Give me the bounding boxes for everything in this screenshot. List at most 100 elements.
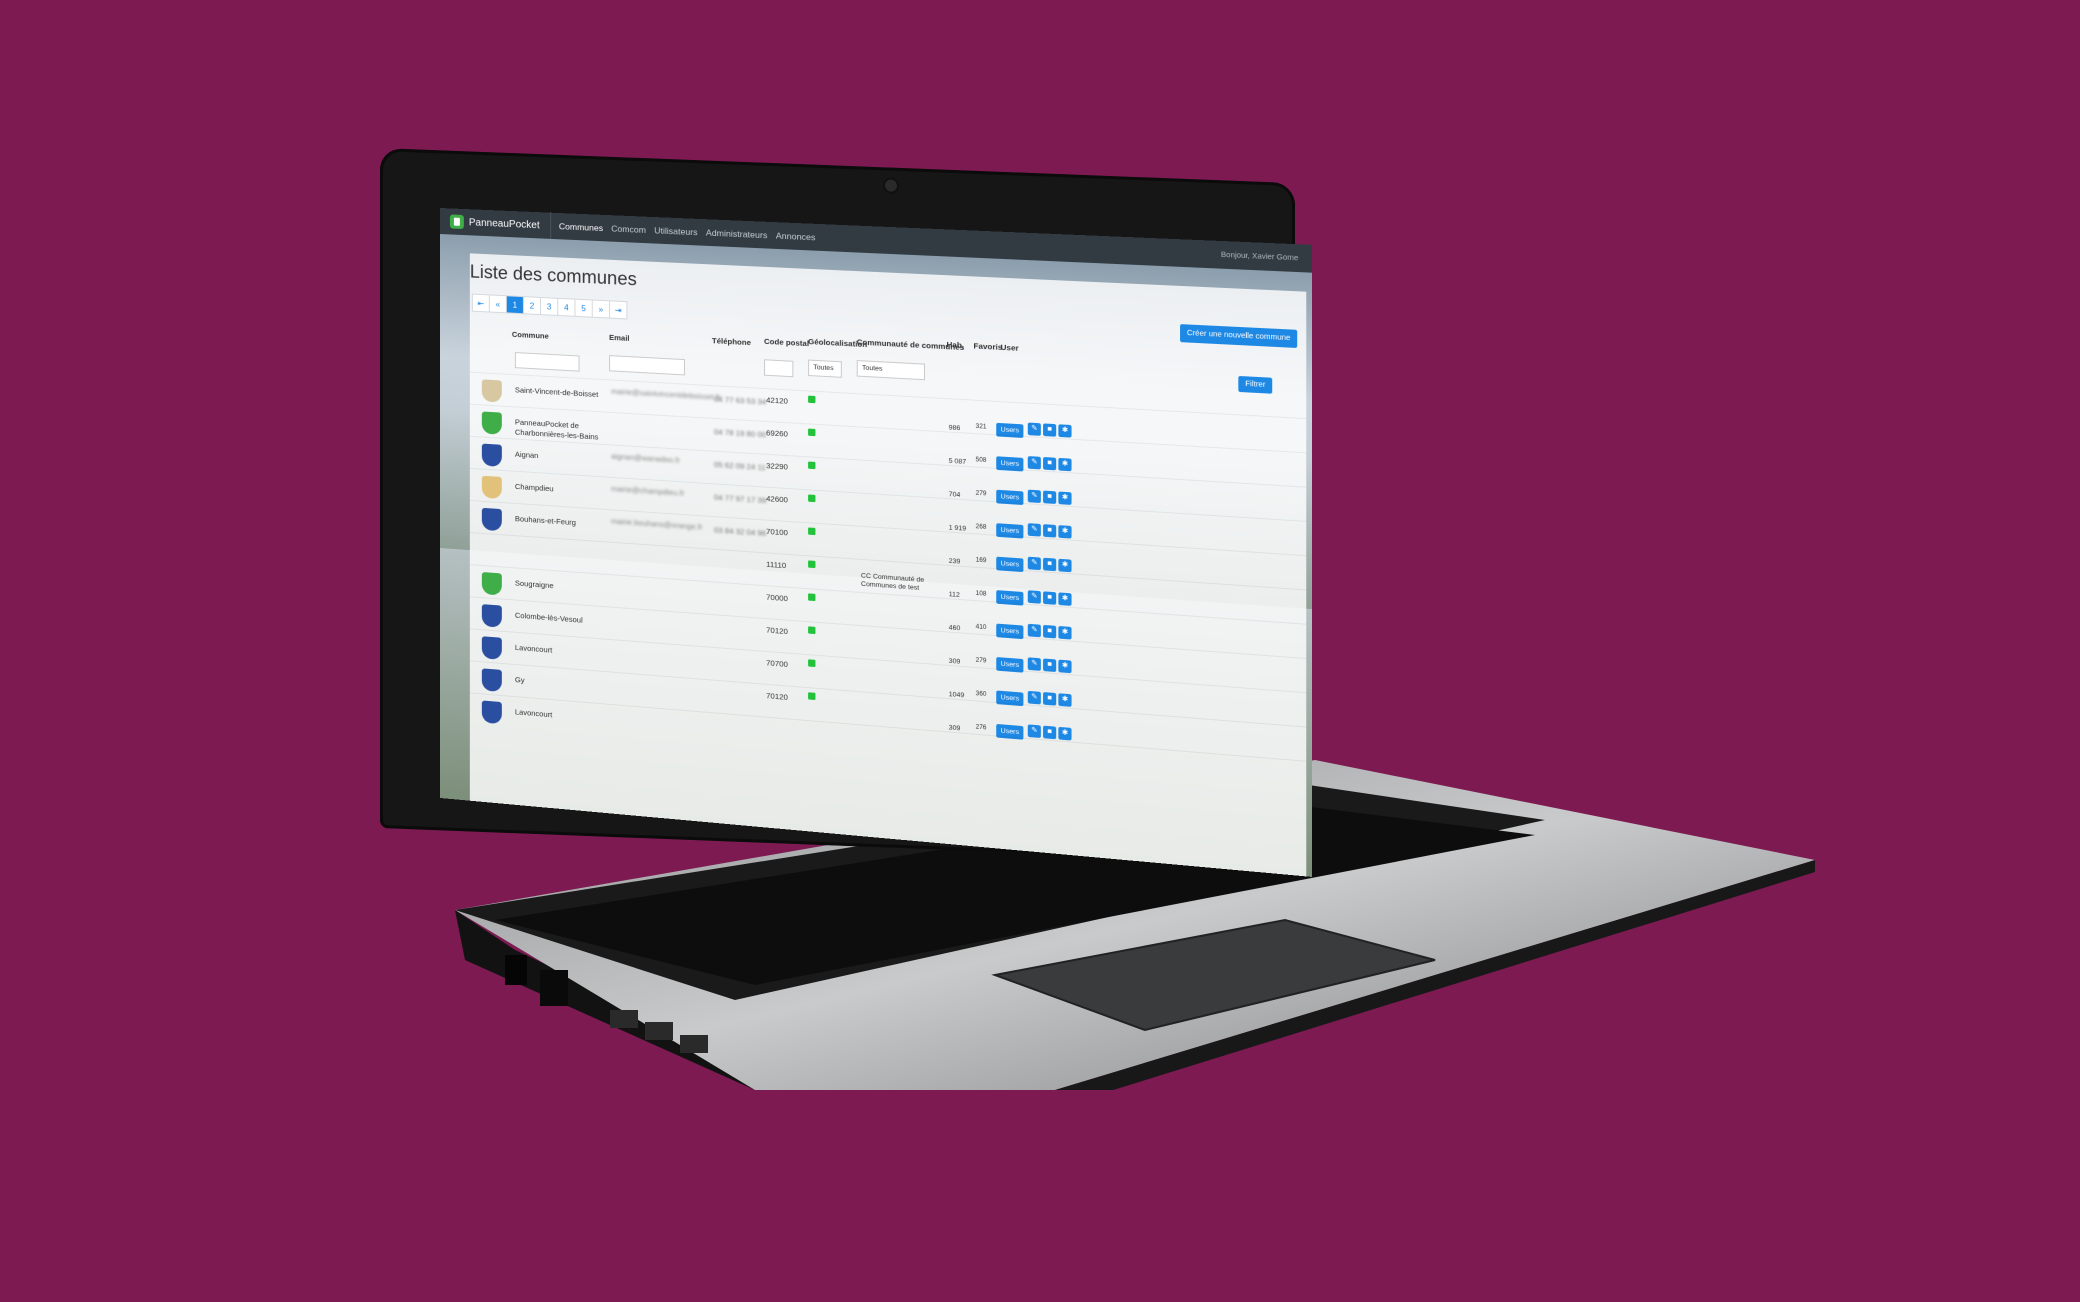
settings-icon[interactable]: ✱: [1058, 693, 1072, 707]
commune-name[interactable]: Bouhans-et-Feurg: [515, 514, 627, 532]
geo-check-icon: [808, 659, 816, 668]
nav-administrateurs[interactable]: Administrateurs: [706, 227, 768, 240]
delete-icon[interactable]: ■: [1043, 423, 1057, 437]
col-email[interactable]: Email: [609, 333, 629, 343]
delete-icon[interactable]: ■: [1043, 725, 1057, 740]
geo-check-icon: [808, 692, 816, 701]
commune-name[interactable]: Saint-Vincent-de-Boisset: [515, 385, 627, 401]
row-actions: ✎ ■ ✱: [1027, 422, 1074, 438]
page-first-button[interactable]: ⇤: [471, 293, 490, 313]
commune-logo-icon: [481, 475, 502, 500]
communes-panel: Liste des communes ⇤ « 1 2 3 4 5 » ⇥ Cré…: [469, 253, 1307, 877]
commune-favoris: 360: [975, 690, 987, 699]
app-screen: PanneauPocket Communes Comcom Utilisateu…: [440, 208, 1312, 877]
commune-logo-icon: [481, 572, 502, 596]
edit-icon[interactable]: ✎: [1027, 690, 1041, 705]
delete-icon[interactable]: ■: [1043, 692, 1057, 706]
commune-favoris: 169: [975, 557, 987, 565]
page-last-button[interactable]: ⇥: [609, 300, 628, 320]
commune-cp: 70700: [766, 658, 788, 670]
delete-icon[interactable]: ■: [1043, 456, 1057, 471]
commune-cp: 32290: [766, 460, 788, 472]
settings-icon[interactable]: ✱: [1058, 491, 1072, 505]
geo-check-icon: [808, 527, 816, 536]
commune-favoris: 268: [975, 523, 987, 531]
commune-logo-icon: [481, 668, 502, 693]
col-commune[interactable]: Commune: [512, 330, 549, 341]
commune-name[interactable]: Lavoncourt: [515, 643, 627, 662]
edit-icon[interactable]: ✎: [1027, 724, 1041, 739]
settings-icon[interactable]: ✱: [1058, 625, 1072, 640]
page-prev-button[interactable]: «: [488, 294, 507, 314]
filter-button[interactable]: Filtrer: [1238, 375, 1273, 394]
edit-icon[interactable]: ✎: [1027, 556, 1041, 571]
edit-icon[interactable]: ✎: [1027, 590, 1041, 604]
commune-name[interactable]: Champdieu: [515, 482, 627, 499]
settings-icon[interactable]: ✱: [1058, 424, 1072, 438]
commune-name[interactable]: Gy: [515, 675, 627, 694]
col-hab[interactable]: Hab.: [947, 340, 965, 350]
cp-filter-input[interactable]: [764, 359, 794, 378]
comcom-filter-select[interactable]: Toutes: [856, 360, 926, 381]
commune-cp: 42600: [766, 493, 788, 505]
delete-icon[interactable]: ■: [1043, 490, 1057, 504]
commune-filter-input[interactable]: [514, 352, 580, 372]
edit-icon[interactable]: ✎: [1027, 657, 1041, 671]
commune-name[interactable]: Colombe-lès-Vesoul: [515, 611, 627, 629]
geo-check-icon: [808, 626, 816, 635]
commune-favoris: 279: [975, 657, 987, 665]
geo-filter-select[interactable]: Toutes: [808, 359, 842, 378]
page-2-button[interactable]: 2: [522, 296, 542, 316]
col-user[interactable]: User: [1001, 343, 1019, 353]
commune-phone: 05 62 09 24 11: [713, 459, 766, 473]
commune-logo-icon: [481, 411, 502, 435]
page-4-button[interactable]: 4: [557, 297, 576, 317]
settings-icon[interactable]: ✱: [1058, 457, 1072, 472]
nav-comcom[interactable]: Comcom: [611, 223, 646, 235]
email-filter-input[interactable]: [609, 355, 686, 376]
delete-icon[interactable]: ■: [1043, 624, 1057, 639]
commune-favoris: 276: [975, 724, 987, 732]
page-5-button[interactable]: 5: [574, 298, 593, 318]
commune-cp: 70100: [766, 526, 788, 538]
page-3-button[interactable]: 3: [540, 296, 559, 316]
commune-name[interactable]: Aignan: [515, 450, 627, 467]
nav-communes[interactable]: Communes: [559, 221, 603, 233]
page-next-button[interactable]: »: [591, 299, 611, 319]
commune-cp: 11110: [766, 559, 787, 571]
settings-icon[interactable]: ✱: [1058, 659, 1072, 674]
edit-icon[interactable]: ✎: [1027, 623, 1041, 638]
settings-icon[interactable]: ✱: [1058, 726, 1072, 741]
col-favoris[interactable]: Favoris: [973, 341, 1002, 352]
edit-icon[interactable]: ✎: [1027, 523, 1041, 537]
commune-name[interactable]: Lavoncourt: [515, 707, 627, 726]
brand-name: PanneauPocket: [468, 216, 540, 231]
commune-cp: 70000: [766, 592, 788, 604]
user-menu[interactable]: Bonjour, Xavier Gome: [1221, 251, 1298, 262]
create-commune-button[interactable]: Créer une nouvelle commune: [1180, 324, 1298, 349]
geo-check-icon: [808, 560, 816, 569]
col-code-postal[interactable]: Code postal: [764, 337, 809, 349]
delete-icon[interactable]: ■: [1043, 591, 1057, 605]
brand[interactable]: PanneauPocket: [440, 208, 551, 239]
commune-phone: 03 84 32 04 96: [713, 525, 767, 538]
geo-check-icon: [808, 494, 816, 503]
delete-icon[interactable]: ■: [1043, 658, 1057, 673]
settings-icon[interactable]: ✱: [1058, 525, 1072, 539]
page-1-button[interactable]: 1: [505, 295, 524, 315]
edit-icon[interactable]: ✎: [1027, 489, 1041, 504]
nav-annonces[interactable]: Annonces: [776, 230, 816, 242]
settings-icon[interactable]: ✱: [1058, 592, 1072, 606]
geo-check-icon: [808, 461, 816, 470]
col-telephone[interactable]: Téléphone: [712, 336, 751, 347]
commune-logo-icon: [481, 443, 502, 467]
page-title: Liste des communes: [469, 261, 637, 290]
edit-icon[interactable]: ✎: [1027, 422, 1041, 436]
nav-utilisateurs[interactable]: Utilisateurs: [654, 225, 697, 237]
settings-icon[interactable]: ✱: [1058, 558, 1072, 573]
laptop-scene: PanneauPocket Communes Comcom Utilisateu…: [0, 0, 2080, 1302]
edit-icon[interactable]: ✎: [1027, 456, 1041, 470]
delete-icon[interactable]: ■: [1043, 524, 1057, 538]
commune-name[interactable]: Sougraigne: [515, 578, 627, 596]
delete-icon[interactable]: ■: [1043, 557, 1057, 572]
